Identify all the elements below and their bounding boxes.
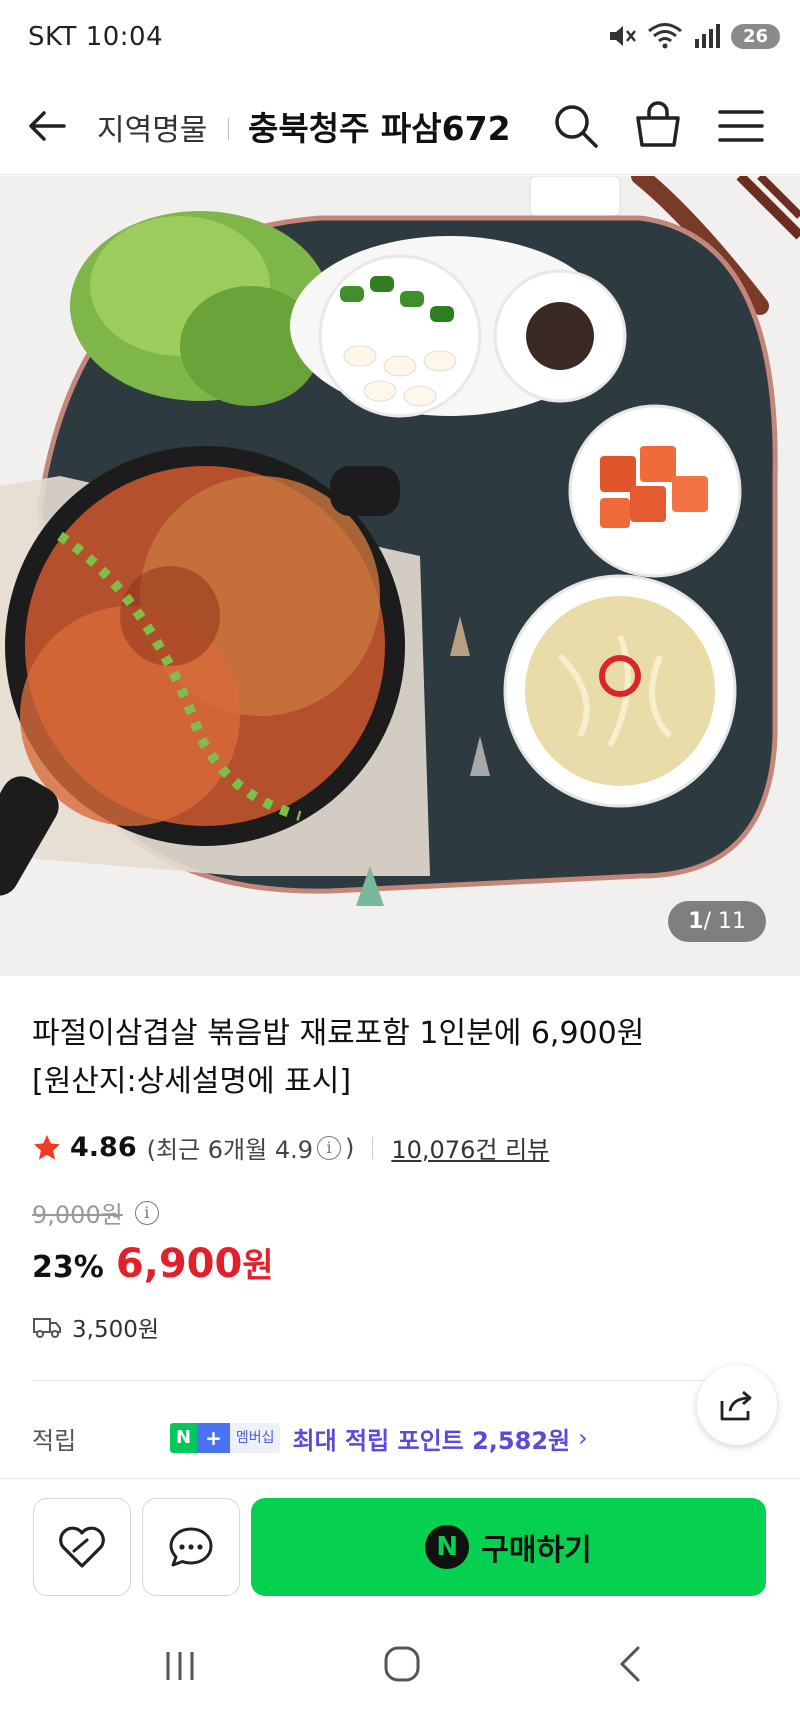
- top-header: 지역명물 충북청주 파삼672: [0, 80, 800, 175]
- heart-icon: [59, 1526, 105, 1568]
- price-info-icon[interactable]: i: [134, 1200, 159, 1225]
- review-count-link[interactable]: 10,076건 리뷰: [391, 1130, 549, 1165]
- product-image-gallery[interactable]: 1/ 11: [0, 176, 800, 976]
- discount-rate: 23%: [32, 1250, 104, 1285]
- points-row[interactable]: 적립 N + 멤버십 최대 적립 포인트 2,582원 ›: [32, 1418, 672, 1458]
- status-icons: 26: [607, 22, 780, 50]
- recent-apps-icon[interactable]: [160, 1646, 200, 1686]
- image-counter-total: / 11: [703, 909, 746, 934]
- info-icon[interactable]: i: [317, 1135, 342, 1160]
- original-price: 9,000원: [32, 1201, 123, 1229]
- share-icon: [720, 1390, 752, 1421]
- battery-indicator: 26: [730, 23, 780, 49]
- search-icon[interactable]: [550, 100, 602, 152]
- rating-score: 4.86: [70, 1132, 137, 1163]
- badge-n: N: [170, 1423, 198, 1453]
- image-counter: 1/ 11: [668, 901, 766, 942]
- mute-icon: [609, 26, 636, 46]
- truck-icon: [33, 1318, 61, 1338]
- naver-n-logo-icon: N: [425, 1525, 470, 1569]
- product-photo: [0, 176, 800, 976]
- sale-price-unit: 원: [242, 1246, 274, 1286]
- status-bar: SKT 10:04 26: [0, 0, 800, 80]
- rating-row: 4.86 (최근 6개월 4.9 i ) 10,076건 리뷰: [32, 1130, 549, 1165]
- star-icon: [34, 1134, 60, 1160]
- recent-rating-close: ): [345, 1133, 355, 1162]
- talktalk-chat-button[interactable]: [142, 1498, 240, 1596]
- shipping-row: 3,500원: [32, 1310, 159, 1344]
- naver-plus-membership-badge: N + 멤버십: [170, 1423, 281, 1453]
- product-title-line1: 파절이삼겹살 볶음밥 재료포함 1인분에 6,900원: [32, 1016, 645, 1051]
- image-counter-current: 1: [688, 909, 704, 934]
- buy-button[interactable]: N 구매하기: [251, 1498, 766, 1596]
- max-points-text[interactable]: 최대 적립 포인트 2,582원: [292, 1421, 570, 1456]
- back-arrow-icon[interactable]: [24, 102, 72, 150]
- category-link[interactable]: 지역명물: [97, 105, 207, 149]
- points-label: 적립: [32, 1426, 77, 1455]
- buy-button-label: 구매하기: [481, 1533, 592, 1568]
- badge-plus: +: [197, 1423, 230, 1453]
- recent-rating: (최근 6개월 4.9: [146, 1136, 314, 1164]
- chevron-right-icon[interactable]: ›: [578, 1424, 588, 1452]
- signal-icon: [694, 24, 720, 48]
- wifi-icon: [647, 23, 682, 49]
- sale-price-row: 23% 6,900 원: [32, 1238, 274, 1287]
- sale-price: 6,900: [115, 1241, 243, 1287]
- cart-icon[interactable]: [632, 98, 684, 152]
- bottom-bar-divider: [0, 1478, 800, 1479]
- header-divider: [228, 118, 229, 140]
- store-name[interactable]: 충북청주 파삼672: [248, 102, 511, 150]
- system-back-icon[interactable]: [612, 1644, 648, 1684]
- carrier-label: SKT: [28, 22, 77, 52]
- wishlist-button[interactable]: [33, 1498, 131, 1596]
- menu-icon[interactable]: [716, 102, 766, 150]
- product-title: 파절이삼겹살 볶음밥 재료포함 1인분에 6,900원 [원산지:상세설명에 표…: [32, 1010, 752, 1106]
- home-icon[interactable]: [382, 1644, 422, 1684]
- clock: 10:04: [85, 22, 164, 52]
- share-button[interactable]: [697, 1365, 777, 1445]
- shipping-fee: 3,500원: [72, 1317, 160, 1343]
- rating-divider: [372, 1136, 374, 1159]
- status-carrier-time: SKT 10:04: [28, 22, 163, 52]
- original-price-row: 9,000원 i: [32, 1195, 163, 1230]
- product-title-line2: [원산지:상세설명에 표시]: [32, 1064, 352, 1099]
- system-nav-bar: [0, 1616, 800, 1716]
- section-divider: [32, 1380, 768, 1381]
- chat-bubble-icon: [169, 1527, 213, 1567]
- badge-membership: 멤버십: [229, 1423, 281, 1453]
